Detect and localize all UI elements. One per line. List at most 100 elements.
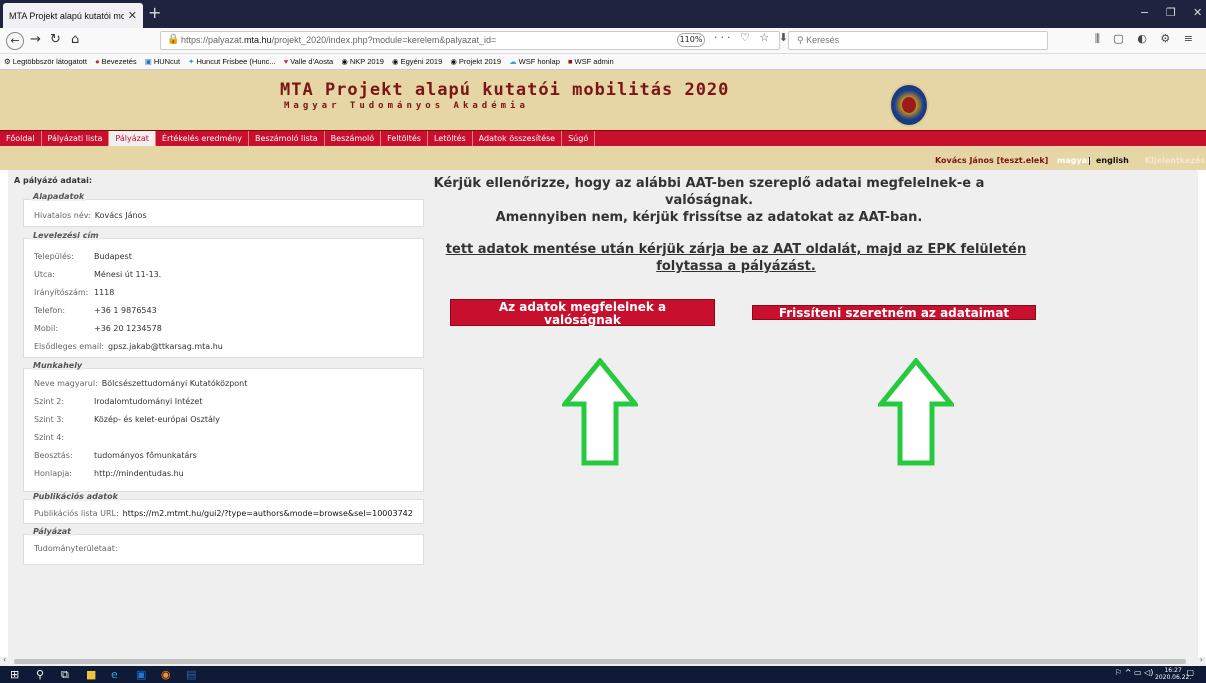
bookmark-label: NKP 2019 — [349, 57, 384, 66]
home-icon[interactable]: ⌂ — [71, 32, 79, 48]
bookmark-item[interactable]: ▣ HUNcut — [145, 57, 180, 66]
menu-item-adatok-osszesitese[interactable]: Adatok összesítése — [473, 131, 563, 147]
scroll-thumb[interactable] — [14, 659, 1186, 664]
new-tab-button[interactable]: + — [148, 5, 161, 21]
bookmark-item[interactable]: ● Bevezetés — [95, 57, 137, 66]
menu-item-letoltes[interactable]: Letöltés — [428, 131, 473, 147]
info-row: Irányítószám: 1118 — [34, 288, 114, 297]
lang-separator: | — [1088, 156, 1091, 165]
search-icon: ⚲ — [797, 35, 807, 45]
publication-url: https://m2.mtmt.hu/gui2/?type=authors&mo… — [122, 509, 413, 518]
info-row: Beosztás: tudományos főmunkatárs — [34, 451, 197, 460]
bookmark-item[interactable]: ◉ NKP 2019 — [341, 57, 384, 66]
row-label: Utca: — [34, 270, 55, 279]
info-row: Publikációs lista URL: https://m2.mtmt.hu… — [34, 509, 413, 518]
menu-item-palyazati-lista[interactable]: Pályázati lista — [42, 131, 110, 147]
verification-message: Kérjük ellenőrizze, hogy az alábbi AAT-b… — [385, 175, 1033, 226]
confirm-data-button[interactable]: Az adatok megfelelnek a valóságnak — [450, 299, 715, 327]
message-line: Amennyiben nem, kérjük frissítse az adat… — [495, 210, 923, 225]
file-explorer-icon[interactable]: ■ — [86, 668, 96, 681]
email-value: gpsz.jakab@ttkarsag.mta.hu — [108, 342, 223, 351]
back-icon[interactable]: ← — [6, 32, 24, 50]
scroll-right-icon[interactable]: › — [1200, 655, 1203, 664]
bookmark-item[interactable]: ⚙ Legtöbbször látogatott — [4, 57, 87, 66]
bookmark-item[interactable]: ☁ WSF honlap — [509, 57, 560, 66]
row-label: Szint 2: — [34, 397, 65, 406]
bookmark-icon: ■ — [568, 57, 573, 66]
site-title: MTA Projekt alapú kutatói mobilitás 2020 — [280, 80, 730, 100]
bookmark-icon: ☁ — [509, 57, 517, 66]
menu-item-beszamolo[interactable]: Beszámoló — [325, 131, 382, 147]
forward-icon[interactable]: → — [30, 32, 41, 48]
row-value: Kovács János — [94, 211, 147, 220]
bookmark-label: Legtöbbször látogatott — [12, 57, 87, 66]
address-title: Levelezési cím — [31, 231, 101, 240]
lock-icon: 🔒 — [167, 34, 180, 45]
window-close-icon[interactable]: ✕ — [1193, 6, 1202, 19]
bookmark-label: WSF honlap — [518, 57, 560, 66]
scroll-left-icon[interactable]: ‹ — [3, 655, 6, 664]
user-name: Kovács János [teszt.elek] — [935, 156, 1049, 165]
instruction-message: tett adatok mentése után kérjük zárja be… — [426, 241, 1046, 275]
menu-item-ertekeles-eredmeny[interactable]: Értékelés eredmény — [156, 131, 249, 147]
row-label: Szint 4: — [34, 433, 65, 442]
update-data-button[interactable]: Frissíteni szeretném az adataimat — [752, 305, 1036, 320]
menu-item-fooldal[interactable]: Főoldal — [0, 131, 42, 147]
row-label: Tudományterületaat: — [34, 544, 118, 553]
bookmark-item[interactable]: ✦ Huncut Frisbee (Hunc... — [188, 57, 276, 66]
word-icon[interactable]: ▤ — [186, 668, 196, 681]
lang-english-link[interactable]: english — [1096, 156, 1129, 165]
close-tab-icon[interactable]: ✕ — [128, 9, 137, 22]
info-row: Szint 4: — [34, 433, 94, 442]
bookmark-icon: ✦ — [188, 57, 195, 66]
site-subtitle: Magyar Tudományos Akadémia — [284, 101, 529, 111]
bookmark-label: Bevezetés — [101, 57, 137, 66]
taskbar-clock[interactable]: 16:27 2020.06.22. — [1155, 667, 1191, 681]
lang-hungarian-link[interactable]: magyar — [1057, 156, 1091, 165]
row-value: Közép- és kelet-európai Osztály — [94, 415, 220, 424]
search-input[interactable]: ⚲ Keresés — [788, 31, 1048, 50]
bookmark-item[interactable]: ■ WSF admin — [568, 57, 614, 66]
browser-tab[interactable]: MTA Projekt alapú kutatói mobilitá ✕ — [3, 3, 143, 28]
zoom-indicator[interactable]: 110% — [677, 33, 705, 47]
row-label: Település: — [34, 252, 74, 261]
menu-item-feltoltes[interactable]: Feltöltés — [381, 131, 428, 147]
bookmark-item[interactable]: ◉ Egyéni 2019 — [392, 57, 442, 66]
minimize-icon[interactable]: − — [1140, 6, 1149, 19]
outlook-icon[interactable]: ▣ — [136, 668, 146, 681]
reload-icon[interactable]: ↻ — [50, 32, 61, 48]
task-view-icon[interactable]: ⧉ — [61, 668, 69, 682]
menu-item-sugo[interactable]: Súgó — [562, 131, 596, 147]
info-row: Elsődleges email: gpsz.jakab@ttkarsag.mta… — [34, 342, 223, 351]
bookmark-item[interactable]: ♥ Valle d'Aosta — [284, 57, 333, 66]
windows-start-icon[interactable]: ⊞ — [10, 668, 19, 681]
info-row: Telefon: +36 1 9876543 — [34, 306, 157, 315]
firefox-icon[interactable]: ◉ — [161, 668, 171, 681]
search-taskbar-icon[interactable]: ⚲ — [36, 668, 44, 681]
logout-link[interactable]: Kijelentkezés — [1145, 156, 1205, 165]
message-line: Kérjük ellenőrizze, hogy az alábbi AAT-b… — [433, 176, 985, 191]
row-value: tudományos főmunkatárs — [94, 451, 197, 460]
menu-item-beszamolo-lista[interactable]: Beszámoló lista — [249, 131, 325, 147]
row-value: 1118 — [94, 288, 115, 297]
menu-item-palyazat[interactable]: Pályázat — [109, 131, 156, 147]
edge-browser-icon[interactable]: e — [111, 668, 118, 681]
bookmark-item[interactable]: ◉ Projekt 2019 — [450, 57, 501, 66]
row-value: Irodalomtudományi Intézet — [94, 397, 203, 406]
toolbar-icons[interactable]: ⫼ ▢ ◐ ⚙ ≡ — [1095, 32, 1198, 46]
page-actions-icons[interactable]: ··· ♡ ☆ ⬇ — [714, 31, 791, 44]
publications-title: Publikációs adatok — [31, 492, 120, 501]
restore-icon[interactable]: ❐ — [1166, 6, 1176, 19]
info-row: Szint 2: Irodalomtudományi Intézet — [34, 397, 202, 406]
site-menu: Főoldal Pályázati lista Pályázat Értékel… — [0, 130, 1206, 147]
arrow-up-icon — [878, 358, 954, 466]
horizontal-scrollbar[interactable]: ‹ › — [0, 655, 1206, 666]
row-label: Publikációs lista URL: — [34, 509, 119, 518]
bookmark-icon: ▣ — [144, 57, 152, 66]
bookmarks-bar: ⚙ Legtöbbször látogatott ● Bevezetés ▣ HUNc… — [0, 54, 1206, 70]
bookmark-label: WSF admin — [574, 57, 614, 66]
instruction-line: tett adatok mentése után kérjük zárja be… — [445, 242, 1027, 257]
bookmark-label: Valle d'Aosta — [290, 57, 334, 66]
bookmark-label: Projekt 2019 — [458, 57, 502, 66]
bookmark-icon: ⚙ — [4, 57, 11, 66]
